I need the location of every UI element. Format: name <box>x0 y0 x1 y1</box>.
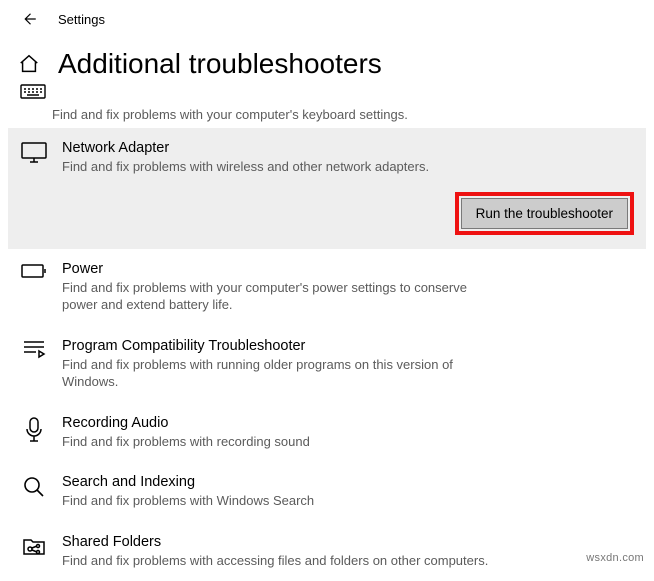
troubleshooter-list: Network Adapter Find and fix problems wi… <box>0 128 654 581</box>
header-title: Settings <box>58 12 105 27</box>
title-row: Additional troubleshooters <box>0 34 654 84</box>
keyboard-desc: Find and fix problems with your computer… <box>0 105 654 128</box>
item-desc: Find and fix problems with Windows Searc… <box>62 492 492 510</box>
monitor-icon <box>20 140 48 229</box>
item-title: Power <box>62 261 636 277</box>
page-title: Additional troubleshooters <box>58 48 382 80</box>
home-icon[interactable] <box>18 53 40 75</box>
header-bar: Settings <box>0 0 654 34</box>
item-desc: Find and fix problems with recording sou… <box>62 433 492 451</box>
troubleshooter-program-compat[interactable]: Program Compatibility Troubleshooter Fin… <box>8 326 646 403</box>
troubleshooter-shared-folders[interactable]: Shared Folders Find and fix problems wit… <box>8 522 646 581</box>
item-title: Recording Audio <box>62 415 636 431</box>
troubleshooter-power[interactable]: Power Find and fix problems with your co… <box>8 249 646 326</box>
watermark: wsxdn.com <box>586 552 644 564</box>
troubleshooter-recording-audio[interactable]: Recording Audio Find and fix problems wi… <box>8 403 646 463</box>
item-title: Network Adapter <box>62 140 636 156</box>
troubleshooter-network-adapter[interactable]: Network Adapter Find and fix problems wi… <box>8 128 646 249</box>
search-icon <box>20 474 48 510</box>
microphone-icon <box>20 415 48 451</box>
back-icon[interactable] <box>20 10 38 28</box>
item-title: Shared Folders <box>62 534 636 550</box>
keyboard-icon <box>20 82 48 105</box>
run-troubleshooter-button[interactable]: Run the troubleshooter <box>461 198 628 229</box>
shared-folder-icon <box>20 534 48 570</box>
item-title: Program Compatibility Troubleshooter <box>62 338 636 354</box>
item-desc: Find and fix problems with running older… <box>62 356 492 391</box>
item-desc: Find and fix problems with accessing fil… <box>62 552 492 570</box>
item-desc: Find and fix problems with wireless and … <box>62 158 492 176</box>
item-title: Search and Indexing <box>62 474 636 490</box>
battery-icon <box>20 261 48 314</box>
item-desc: Find and fix problems with your computer… <box>62 279 492 314</box>
troubleshooter-search-indexing[interactable]: Search and Indexing Find and fix problem… <box>8 462 646 522</box>
playlist-icon <box>20 338 48 391</box>
